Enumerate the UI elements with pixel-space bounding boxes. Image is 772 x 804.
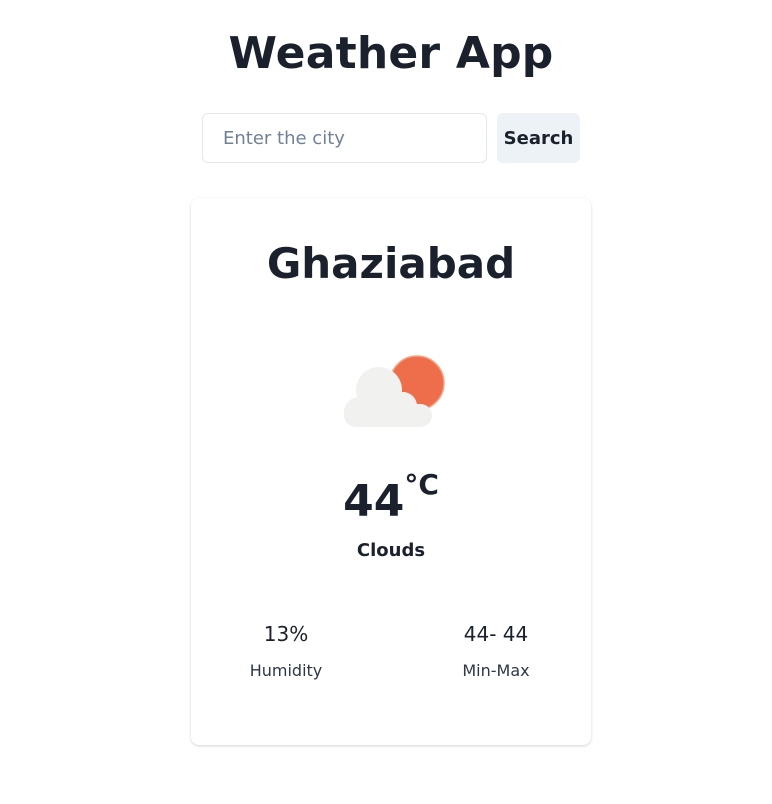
min-max-stat: 44- 44 Min-Max: [396, 620, 596, 682]
page-title: Weather App: [228, 28, 554, 79]
cloud-with-sun-icon: [336, 348, 446, 438]
humidity-value: 13%: [263, 622, 309, 646]
humidity-stat: 13% Humidity: [186, 620, 386, 682]
weather-app: Weather App Search Ghaziabad 44°C Clouds…: [0, 0, 772, 804]
humidity-label: Humidity: [249, 661, 323, 680]
temperature-value: 44: [343, 476, 405, 527]
temperature-unit: °C: [404, 468, 439, 501]
city-name: Ghaziabad: [266, 239, 516, 288]
min-max-label: Min-Max: [462, 661, 530, 680]
min-max-value: 44- 44: [463, 622, 529, 646]
city-search-input[interactable]: [202, 113, 487, 163]
temperature: 44°C: [191, 468, 591, 534]
search-button[interactable]: Search: [497, 113, 580, 163]
weather-condition: Clouds: [356, 540, 426, 561]
weather-card: Ghaziabad 44°C Clouds 13% Humidity 44- 4…: [191, 198, 591, 745]
search-bar: Search: [202, 113, 580, 163]
